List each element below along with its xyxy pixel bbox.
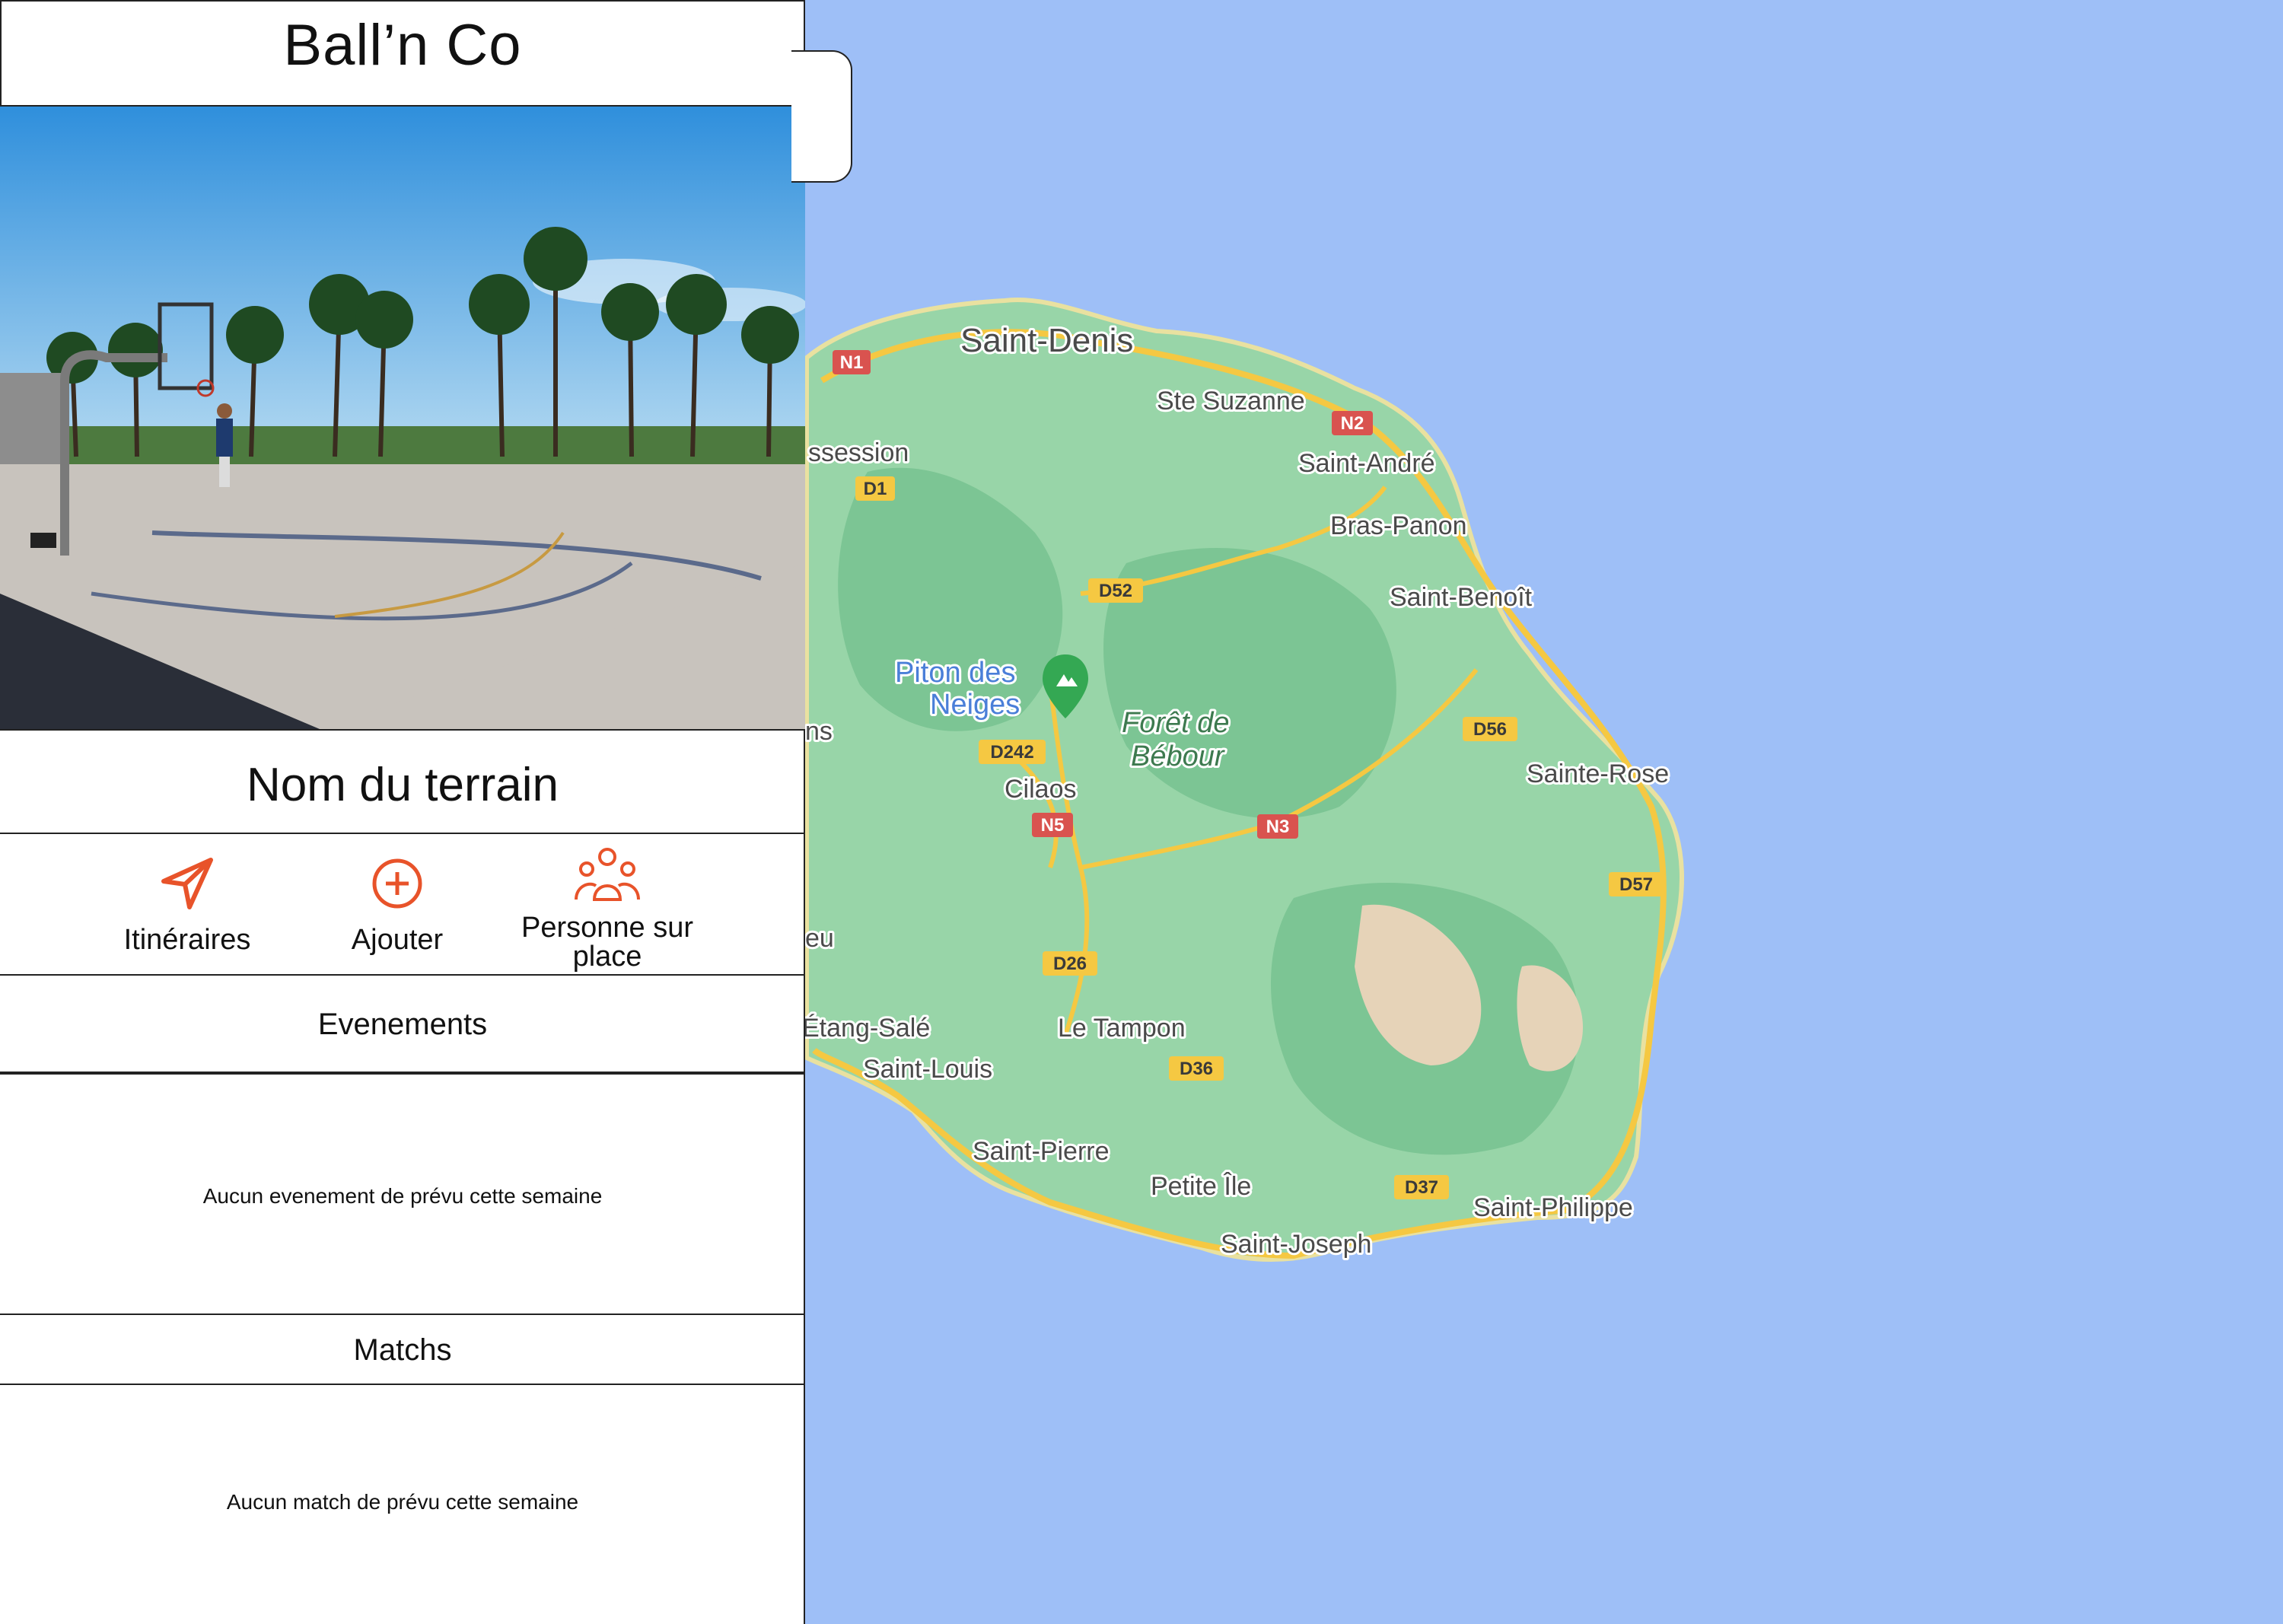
landmark-piton-label-2: Neiges [930,689,1020,721]
road-shield-d26: D26 [1043,951,1097,976]
court-detail-panel: Ball’n Co Nom du terrain Itinéraires Ajo… [0,0,852,1624]
place-saint-joseph: Saint-Joseph [1221,1230,1371,1259]
place-possession-partial: ssession [808,438,909,467]
place-sainte-rose: Sainte-Rose [1527,759,1669,788]
place-saint-pierre: Saint-Pierre [973,1137,1110,1166]
place-partial-eu: eu [805,924,834,953]
place-partial-ns: ns [805,717,833,746]
svg-text:N2: N2 [1341,413,1364,434]
matches-title: Matchs [353,1333,452,1367]
place-saint-benoit: Saint-Benoît [1390,583,1533,612]
navigation-arrow-icon [161,858,213,909]
directions-button[interactable]: Itinéraires [81,854,294,954]
court-photo [0,107,805,729]
road-shield-d57: D57 [1609,872,1664,896]
people-on-site-label: Personne sur place [521,912,693,973]
road-shield-d36: D36 [1169,1056,1224,1081]
place-saint-andre: Saint-André [1298,449,1435,478]
app-title: Ball’n Co [283,13,522,78]
court-name: Nom du terrain [246,759,559,811]
people-on-site-button[interactable]: Personne sur place [501,846,714,971]
place-saint-louis: Saint-Louis [863,1055,992,1084]
add-circle-icon [372,858,422,909]
landmark-forest-label-1: Forêt de [1122,707,1230,739]
road-shield-n2: N2 [1332,411,1373,435]
events-section-header: Evenements [0,976,805,1073]
svg-text:D36: D36 [1180,1059,1213,1079]
events-empty-message: Aucun evenement de prévu cette semaine [202,1184,603,1208]
road-shield-d242: D242 [979,740,1046,764]
directions-label: Itinéraires [123,924,251,956]
place-saint-denis: Saint-Denis [960,322,1133,359]
place-etang-sale: Étang-Salé [802,1014,930,1043]
place-petite-ile: Petite Île [1151,1172,1251,1201]
road-shield-n5: N5 [1032,813,1073,837]
matches-empty-message: Aucun match de prévu cette semaine [226,1490,579,1514]
road-shield-d1: D1 [855,476,895,501]
matches-section-header: Matchs [0,1314,805,1385]
road-shield-n3: N3 [1257,814,1298,839]
events-title: Evenements [317,1008,488,1041]
add-label: Ajouter [351,924,444,956]
add-button[interactable]: Ajouter [291,854,504,954]
road-shield-d56: D56 [1463,717,1517,741]
place-ste-suzanne: Ste Suzanne [1157,387,1305,416]
events-list: Aucun evenement de prévu cette semaine [0,1073,805,1314]
place-cilaos: Cilaos [1005,775,1076,804]
action-bar: Itinéraires Ajouter Personne sur place [0,834,805,976]
svg-text:D56: D56 [1473,719,1507,740]
svg-text:D242: D242 [990,742,1033,763]
svg-text:D26: D26 [1053,954,1087,974]
svg-text:D1: D1 [864,479,887,499]
place-saint-philippe: Saint-Philippe [1473,1193,1633,1222]
svg-text:D37: D37 [1405,1177,1438,1198]
people-group-icon [575,848,640,901]
matches-list: Aucun match de prévu cette semaine [0,1385,805,1624]
svg-text:N1: N1 [840,352,864,373]
road-shield-d52: D52 [1088,578,1143,603]
svg-text:N3: N3 [1266,817,1290,837]
svg-text:N5: N5 [1041,815,1065,836]
svg-text:D57: D57 [1619,874,1653,895]
landmark-forest-label-2: Bébour [1131,740,1225,772]
panel-collapse-tab[interactable] [791,50,852,183]
svg-text:D52: D52 [1099,581,1132,601]
road-shield-d37: D37 [1394,1175,1449,1199]
landmark-piton-label-1: Piton des [895,657,1015,689]
road-shield-n1: N1 [833,350,871,374]
place-le-tampon: Le Tampon [1058,1014,1186,1043]
place-bras-panon: Bras-Panon [1330,511,1467,540]
court-name-row: Nom du terrain [0,729,805,834]
app-header: Ball’n Co [0,0,805,107]
